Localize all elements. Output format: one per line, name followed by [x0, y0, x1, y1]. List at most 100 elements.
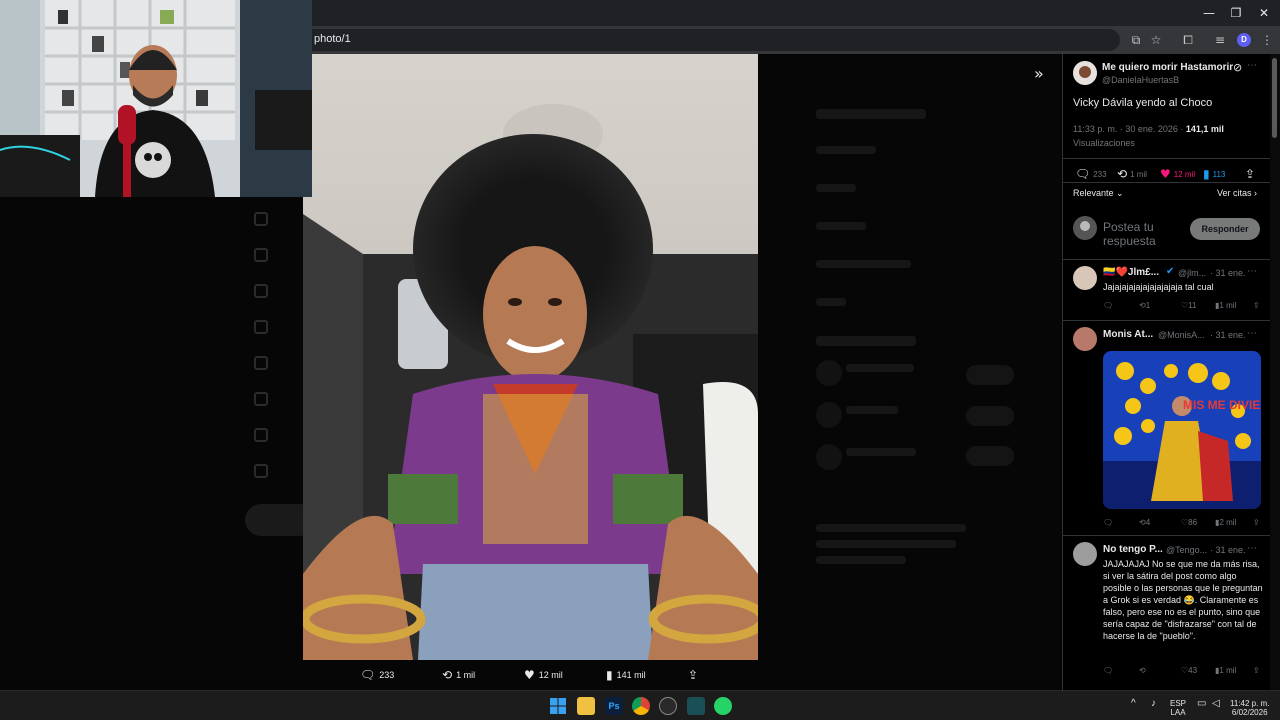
reply-meme-image[interactable]: MIS ME DIVIERTE: [1103, 351, 1261, 509]
collapse-panel-icon[interactable]: »: [1034, 64, 1052, 83]
reply-icon[interactable]: 🗨: [1103, 666, 1113, 675]
repost-icon[interactable]: ⟲: [1139, 666, 1146, 675]
heart-icon[interactable]: ♡ 11: [1181, 301, 1196, 310]
reply-date[interactable]: · 31 ene.: [1210, 268, 1246, 278]
reply-author-handle[interactable]: @Tengo...: [1166, 545, 1207, 555]
author-handle[interactable]: @DanielaHuertasB: [1102, 75, 1179, 85]
repost-stat[interactable]: ⟲ 1 mil: [1117, 167, 1147, 181]
sort-label: Relevante: [1073, 188, 1114, 198]
close-button[interactable]: ✕: [1250, 4, 1278, 22]
whatsapp-icon[interactable]: [714, 697, 732, 715]
media-repost-action[interactable]: ⟲ 1 mil: [442, 666, 475, 684]
reply-avatar[interactable]: [1073, 327, 1097, 351]
dim-line: [816, 146, 876, 154]
share-icon[interactable]: ⇪: [1253, 666, 1260, 675]
reply-button[interactable]: Responder: [1190, 218, 1260, 240]
extensions-icon[interactable]: ⧠: [1179, 31, 1197, 49]
media-likes-count: 12 mil: [538, 670, 563, 680]
share-icon[interactable]: ⇪: [1253, 518, 1260, 527]
grok-icon[interactable]: ⊘: [1233, 61, 1242, 74]
dim-line: [846, 406, 898, 414]
volume-icon[interactable]: ◁: [1212, 699, 1220, 709]
like-stat[interactable]: ♥ 12 mil: [1160, 167, 1195, 181]
share-stat[interactable]: ⇪: [1245, 167, 1255, 181]
media-control-icon[interactable]: ≡: [1211, 31, 1229, 49]
heart-icon[interactable]: ♡ 43: [1181, 666, 1197, 675]
more-options-icon[interactable]: ⋯: [1247, 328, 1257, 339]
media-reply-action[interactable]: 🗨 233: [360, 666, 394, 684]
views-chart-icon[interactable]: ▮ 2 mil: [1215, 518, 1236, 527]
bookmark-star-icon[interactable]: ☆: [1147, 31, 1165, 49]
reply-icon[interactable]: 🗨: [1103, 518, 1113, 527]
views-chart-icon[interactable]: ▮ 1 mil: [1215, 666, 1236, 675]
profile-avatar[interactable]: D: [1237, 33, 1251, 47]
heart-icon[interactable]: ♡ 86: [1181, 518, 1197, 527]
media-share-action[interactable]: ⇪: [688, 666, 698, 684]
media-like-action[interactable]: ♥ 12 mil: [524, 666, 563, 684]
dim-line: [816, 336, 916, 346]
reply-stat[interactable]: 🗨 233: [1075, 167, 1107, 181]
steam-icon[interactable]: [659, 697, 677, 715]
nav-icon-dim: [254, 320, 268, 334]
panel-scrollbar[interactable]: [1270, 54, 1280, 690]
views-chart-icon[interactable]: ▮ 1 mil: [1215, 301, 1236, 310]
media-views-action[interactable]: ▮ 141 mil: [606, 666, 646, 684]
clock-time: 11:42 p. m.: [1230, 699, 1270, 708]
post-time[interactable]: 11:33 p. m. · 30 ene. 2026 ·: [1073, 124, 1186, 134]
sort-replies-dropdown[interactable]: Relevante ⌄: [1073, 188, 1124, 199]
reply-icon[interactable]: 🗨: [1103, 301, 1113, 310]
post-text: Vicky Dávila yendo al Choco: [1073, 97, 1213, 109]
reply-item[interactable]: No tengo P... @Tengo... · 31 ene. ⋯ JAJA…: [1063, 536, 1270, 690]
author-name[interactable]: Me quiero morir Hastamorir: [1102, 62, 1233, 73]
repost-icon[interactable]: ⟲ 4: [1139, 518, 1150, 527]
reply-author-handle[interactable]: @jlm...: [1178, 268, 1206, 278]
network-icon[interactable]: ▭: [1197, 699, 1206, 709]
address-url[interactable]: photo/1: [314, 33, 351, 45]
file-explorer-icon[interactable]: [577, 697, 595, 715]
bookmark-stat[interactable]: ▮ 113: [1203, 167, 1225, 181]
maximize-button[interactable]: ❐: [1222, 4, 1250, 22]
photoshop-icon[interactable]: Ps: [605, 697, 623, 715]
reply-author-name[interactable]: 🇨🇴❤️Jlm£...: [1103, 267, 1159, 278]
microphone-icon[interactable]: ♪: [1151, 699, 1156, 709]
reply-icon: 🗨: [1075, 167, 1091, 181]
reply-item[interactable]: 🇨🇴❤️Jlm£... ✔ @jlm... · 31 ene. ⋯ Jajaja…: [1063, 260, 1270, 320]
nav-icon-dim: [254, 356, 268, 370]
minimize-button[interactable]: —: [1195, 4, 1223, 22]
screen: — ❐ ✕ photo/1 ⧉ ☆ ⧠ ≡ D ⋮ » 🗨 233 ⟲ 1 mi…: [0, 0, 1280, 720]
reply-author-name[interactable]: Monis At...: [1103, 329, 1153, 340]
post-views-label: Visualizaciones: [1073, 138, 1135, 148]
chrome-icon[interactable]: [632, 697, 650, 715]
post-photo[interactable]: [303, 54, 758, 660]
language-code: ESP: [1170, 699, 1187, 708]
language-indicator[interactable]: ESP LAA: [1170, 699, 1186, 717]
dim-avatar: [816, 444, 842, 470]
tray-chevron-icon[interactable]: ^: [1131, 699, 1136, 709]
share-icon[interactable]: ⇪: [1253, 301, 1260, 310]
view-quotes-link[interactable]: Ver citas ›: [1217, 188, 1257, 198]
dim-line: [816, 524, 966, 532]
nav-icon-dim: [254, 248, 268, 262]
menu-kebab-icon[interactable]: ⋮: [1258, 31, 1276, 49]
repost-icon[interactable]: ⟲ 1: [1139, 301, 1150, 310]
address-bar[interactable]: photo/1: [300, 29, 1120, 51]
more-options-icon[interactable]: ⋯: [1247, 60, 1257, 71]
reply-avatar[interactable]: [1073, 266, 1097, 290]
install-app-icon[interactable]: ⧉: [1127, 31, 1145, 49]
app-icon[interactable]: [687, 697, 705, 715]
more-options-icon[interactable]: ⋯: [1247, 266, 1257, 277]
scrollbar-thumb[interactable]: [1272, 58, 1277, 138]
streamer-illustration: [0, 0, 312, 197]
clock[interactable]: 11:42 p. m. 6/02/2026: [1230, 699, 1269, 717]
reply-avatar[interactable]: [1073, 542, 1097, 566]
author-avatar[interactable]: [1073, 61, 1097, 85]
reply-item[interactable]: Monis At... @MonisA... · 31 ene. ⋯ MIS M…: [1063, 321, 1270, 535]
reply-author-handle[interactable]: @MonisA...: [1158, 330, 1205, 340]
reply-input[interactable]: Postea tu respuesta: [1103, 220, 1183, 248]
windows-start-icon[interactable]: [549, 697, 567, 715]
post-meta: 11:33 p. m. · 30 ene. 2026 · 141,1 mil V…: [1073, 122, 1263, 150]
reply-author-name[interactable]: No tengo P...: [1103, 544, 1163, 555]
more-options-icon[interactable]: ⋯: [1247, 543, 1257, 554]
reply-date[interactable]: · 31 ene.: [1210, 330, 1246, 340]
reply-date[interactable]: · 31 ene.: [1210, 545, 1246, 555]
